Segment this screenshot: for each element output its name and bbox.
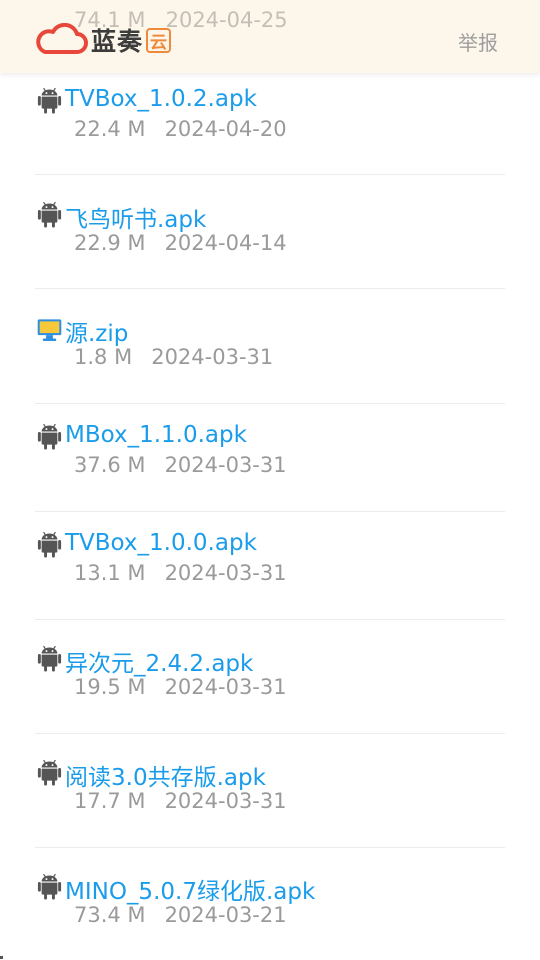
divider	[35, 174, 505, 175]
file-date: 2024-03-31	[164, 789, 287, 813]
top-header: 74.1 M 2024-04-25 蓝奏 云 举报	[0, 0, 540, 73]
android-icon	[37, 87, 62, 114]
file-date: 2024-04-14	[164, 231, 287, 255]
file-list-item[interactable]: MINO_5.0.7绿化版.apk 73.4 M 2024-03-21	[35, 866, 505, 960]
file-date: 2024-03-31	[164, 561, 287, 585]
file-date: 2024-04-25	[165, 8, 288, 32]
file-size: 37.6 M	[74, 453, 146, 477]
file-meta: 37.6 M 2024-03-31	[74, 453, 287, 477]
file-date: 2024-03-31	[164, 675, 287, 699]
corner-mark	[0, 956, 3, 959]
file-size: 22.4 M	[74, 117, 146, 141]
file-size: 13.1 M	[74, 561, 146, 585]
page: TVBox_1.0.2.apk 22.4 M 2024-04-20 飞鸟听书.ap…	[0, 0, 540, 960]
report-link[interactable]: 举报	[458, 27, 498, 56]
android-icon	[37, 759, 62, 786]
file-meta: 22.4 M 2024-04-20	[74, 117, 287, 141]
lanzou-logo[interactable]: 蓝奏 云	[33, 22, 172, 58]
file-list-item[interactable]: 阅读3.0共存版.apk 17.7 M 2024-03-31	[35, 752, 505, 847]
file-name-link[interactable]: 源.zip	[65, 314, 128, 348]
file-meta: 17.7 M 2024-03-31	[74, 789, 287, 813]
file-meta: 19.5 M 2024-03-31	[74, 675, 287, 699]
divider	[35, 847, 505, 848]
file-name-link[interactable]: 阅读3.0共存版.apk	[65, 758, 266, 792]
file-size: 19.5 M	[74, 675, 146, 699]
file-date: 2024-03-31	[164, 453, 287, 477]
divider	[35, 733, 505, 734]
file-name-link[interactable]: 异次元_2.4.2.apk	[65, 644, 253, 678]
file-list-item[interactable]: TVBox_1.0.2.apk 22.4 M 2024-04-20	[35, 80, 505, 174]
file-name-link[interactable]: TVBox_1.0.0.apk	[65, 530, 257, 556]
file-list-item[interactable]: 异次元_2.4.2.apk 19.5 M 2024-03-31	[35, 638, 505, 733]
file-list-item[interactable]: MBox_1.1.0.apk 37.6 M 2024-03-31	[35, 416, 505, 511]
file-size: 1.8 M	[74, 345, 133, 369]
file-meta: 1.8 M 2024-03-31	[74, 345, 273, 369]
file-name-link[interactable]: MBox_1.1.0.apk	[65, 422, 247, 448]
file-name-link[interactable]: MINO_5.0.7绿化版.apk	[65, 872, 315, 906]
zip-icon	[37, 319, 62, 341]
file-date: 2024-03-21	[164, 903, 287, 927]
file-name-link[interactable]: 飞鸟听书.apk	[65, 200, 206, 234]
android-icon	[37, 423, 62, 450]
file-size: 73.4 M	[74, 903, 146, 927]
file-date: 2024-04-20	[164, 117, 287, 141]
divider	[35, 619, 505, 620]
cloud-logo-icon	[36, 23, 88, 54]
file-meta: 73.4 M 2024-03-21	[74, 903, 287, 927]
android-icon	[37, 873, 62, 900]
file-list-item[interactable]: TVBox_1.0.0.apk 13.1 M 2024-03-31	[35, 524, 505, 619]
file-size: 17.7 M	[74, 789, 146, 813]
file-meta: 13.1 M 2024-03-31	[74, 561, 287, 585]
android-icon	[37, 531, 62, 558]
file-meta: 22.9 M 2024-04-14	[74, 231, 287, 255]
android-icon	[37, 645, 62, 672]
android-icon	[37, 201, 62, 228]
logo-badge: 云	[146, 27, 172, 53]
file-date: 2024-03-31	[151, 345, 274, 369]
divider	[35, 511, 505, 512]
divider	[35, 403, 505, 404]
file-size: 22.9 M	[74, 231, 146, 255]
file-list-item[interactable]: 源.zip 1.8 M 2024-03-31	[35, 308, 505, 403]
file-name-link[interactable]: TVBox_1.0.2.apk	[65, 86, 257, 112]
logo-text: 蓝奏	[91, 27, 144, 56]
divider	[35, 288, 505, 289]
file-list-item[interactable]: 飞鸟听书.apk 22.9 M 2024-04-14	[35, 194, 505, 288]
